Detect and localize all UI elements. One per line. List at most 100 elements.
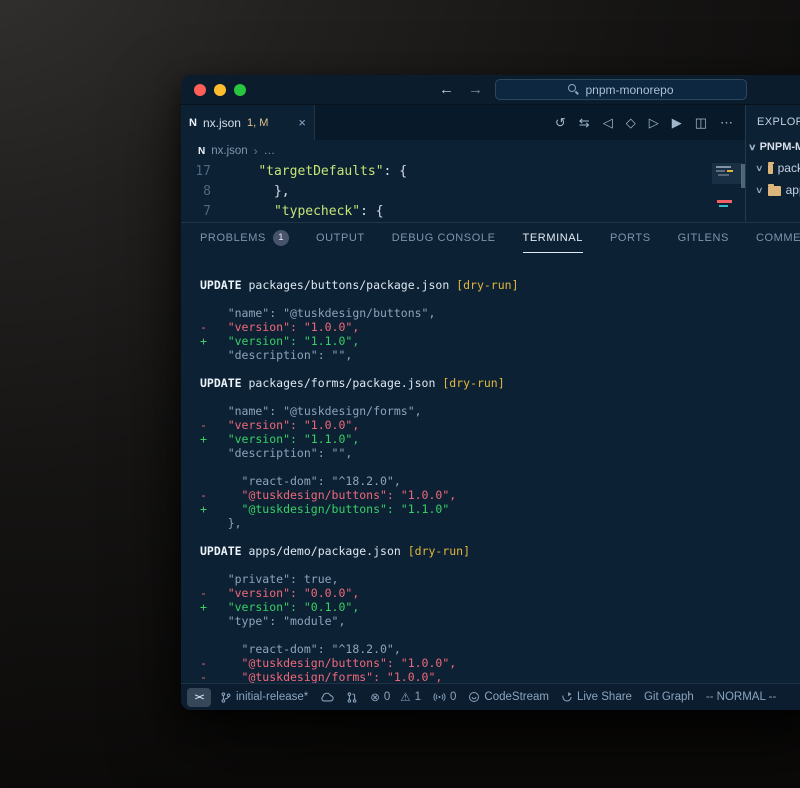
panel-tab-label: GITLENS xyxy=(678,232,729,244)
timeline-icon[interactable]: ↺ xyxy=(555,116,566,129)
tree-item-apps[interactable]: ∨ apps xyxy=(746,179,800,201)
title-bar: ← → pnpm-monorepo xyxy=(181,75,800,105)
terminal-line xyxy=(200,530,800,544)
line-number: 7 xyxy=(181,202,227,222)
editor-lines: 17 "targetDefaults": {8 },7 "typecheck":… xyxy=(181,162,745,222)
breadcrumb: N nx.json › … xyxy=(181,140,745,162)
panel-tab-label: OUTPUT xyxy=(316,232,365,244)
git-graph-label: Git Graph xyxy=(644,691,694,703)
vim-mode-status: -- NORMAL -- xyxy=(706,691,776,703)
git-branch-status[interactable]: initial-release* xyxy=(220,691,308,704)
code-text: "targetDefaults": { xyxy=(227,162,407,182)
bottom-panel: PROBLEMS 1 OUTPUT DEBUG CONSOLE TERMINAL… xyxy=(181,222,800,683)
git-pull-request-icon xyxy=(346,691,358,704)
terminal-line: }, xyxy=(200,516,800,530)
terminal-line: + "version": "1.1.0", xyxy=(200,432,800,446)
sidebar-title: EXPLORER xyxy=(746,105,800,138)
live-share-status[interactable]: Live Share xyxy=(561,691,632,703)
panel-tab-label: DEBUG CONSOLE xyxy=(392,232,496,244)
terminal-line: + "version": "0.1.0", xyxy=(200,600,800,614)
nav-forward-button[interactable]: → xyxy=(468,81,483,98)
chevron-right-icon: › xyxy=(254,144,258,158)
zoom-window-button[interactable] xyxy=(234,84,246,96)
chevron-down-icon: ∨ xyxy=(748,142,757,153)
tree-item-packages[interactable]: ∨ packages xyxy=(746,157,800,179)
minimap[interactable] xyxy=(715,164,739,218)
live-share-icon xyxy=(561,691,573,703)
terminal-line: UPDATE apps/demo/package.json [dry-run] xyxy=(200,544,800,558)
split-editor-icon[interactable]: ◫ xyxy=(695,116,707,129)
minimap-mark xyxy=(727,170,733,172)
ports-status[interactable]: 0 xyxy=(433,691,456,703)
command-center-search[interactable]: pnpm-monorepo xyxy=(495,79,747,100)
pull-request-status[interactable] xyxy=(346,691,358,704)
terminal-line: "private": true, xyxy=(200,572,800,586)
panel-tab-gitlens[interactable]: GITLENS xyxy=(678,223,729,253)
minimize-window-button[interactable] xyxy=(214,84,226,96)
terminal-line xyxy=(200,558,800,572)
breadcrumb-file[interactable]: nx.json xyxy=(211,145,247,157)
minimap-mark xyxy=(717,200,732,203)
sync-status[interactable] xyxy=(320,691,334,703)
minimap-mark xyxy=(716,170,725,172)
more-actions-icon[interactable]: ⋯ xyxy=(720,116,733,129)
terminal-line: - "@tuskdesign/buttons": "1.0.0", xyxy=(200,656,800,670)
panel-tab-debug-console[interactable]: DEBUG CONSOLE xyxy=(392,223,496,253)
tree-item-label: apps xyxy=(786,183,800,197)
terminal-line: UPDATE packages/forms/package.json [dry-… xyxy=(200,376,800,390)
editor-scrollbar[interactable] xyxy=(741,164,745,188)
terminal-line: "name": "@tuskdesign/buttons", xyxy=(200,306,800,320)
terminal-line: "react-dom": "^18.2.0", xyxy=(200,474,800,488)
sidebar-section-pnpm-monorepo[interactable]: ∨ PNPM-MONOREPO xyxy=(746,138,800,157)
code-line: 8 }, xyxy=(181,182,745,202)
terminal-line: - "version": "0.0.0", xyxy=(200,586,800,600)
breadcrumb-more[interactable]: … xyxy=(264,145,276,157)
terminal-line xyxy=(200,628,800,642)
terminal-line: + "version": "1.1.0", xyxy=(200,334,800,348)
terminal-line xyxy=(200,390,800,404)
next-change-icon[interactable]: ▷ xyxy=(649,116,659,129)
panel-tab-label: COMMENTS xyxy=(756,232,800,244)
remote-indicator[interactable]: >< xyxy=(187,688,211,707)
line-number: 8 xyxy=(181,182,227,202)
git-branch-icon xyxy=(220,691,232,704)
git-graph-status[interactable]: Git Graph xyxy=(644,691,694,703)
tab-close-icon[interactable]: × xyxy=(298,115,306,130)
panel-tab-terminal[interactable]: TERMINAL xyxy=(523,223,583,253)
broadcast-icon xyxy=(433,691,446,703)
tab-modified-indicator: 1, M xyxy=(247,117,268,129)
line-number: 17 xyxy=(181,162,227,182)
folder-icon xyxy=(768,164,773,174)
editor-group: N nx.json 1, M × ↺⇆◁◇▷▶◫⋯ N nx.json › … … xyxy=(181,105,745,222)
problems-status[interactable]: ⊗ 0 ⚠ 1 xyxy=(370,690,421,704)
current-change-icon[interactable]: ◇ xyxy=(626,116,636,129)
live-share-label: Live Share xyxy=(577,691,632,703)
code-editor[interactable]: 17 "targetDefaults": {8 },7 "typecheck":… xyxy=(181,162,745,222)
codestream-status[interactable]: CodeStream xyxy=(468,691,549,703)
previous-change-icon[interactable]: ◁ xyxy=(603,116,613,129)
tab-nx-json[interactable]: N nx.json 1, M × xyxy=(181,105,315,140)
history-navigation: ← → xyxy=(439,81,483,98)
run-icon[interactable]: ▶ xyxy=(672,116,682,129)
terminal-line: "react-dom": "^18.2.0", xyxy=(200,642,800,656)
terminal-line: - "version": "1.0.0", xyxy=(200,418,800,432)
ports-count: 0 xyxy=(450,691,456,703)
terminal-output[interactable]: UPDATE packages/buttons/package.json [dr… xyxy=(181,253,800,683)
nav-back-button[interactable]: ← xyxy=(439,81,454,98)
terminal-line xyxy=(200,292,800,306)
editor-actions: ↺ ⇆ ◁ ◇ ▷ ▶ ◫ ⋯ xyxy=(555,105,745,140)
codestream-icon xyxy=(468,691,480,703)
panel-tab-output[interactable]: OUTPUT xyxy=(316,223,365,253)
warning-count: 1 xyxy=(415,691,421,703)
compare-changes-icon[interactable]: ⇆ xyxy=(579,116,590,129)
terminal-line: "description": "", xyxy=(200,348,800,362)
terminal-line: - "version": "1.0.0", xyxy=(200,320,800,334)
panel-tab-comments[interactable]: COMMENTS xyxy=(756,223,800,253)
terminal-line: "description": "", xyxy=(200,446,800,460)
remote-icon: >< xyxy=(195,692,204,702)
close-window-button[interactable] xyxy=(194,84,206,96)
code-text: }, xyxy=(227,182,290,202)
panel-tab-ports[interactable]: PORTS xyxy=(610,223,651,253)
panel-tab-problems[interactable]: PROBLEMS 1 xyxy=(200,223,289,253)
chevron-down-icon: ∨ xyxy=(755,163,764,174)
